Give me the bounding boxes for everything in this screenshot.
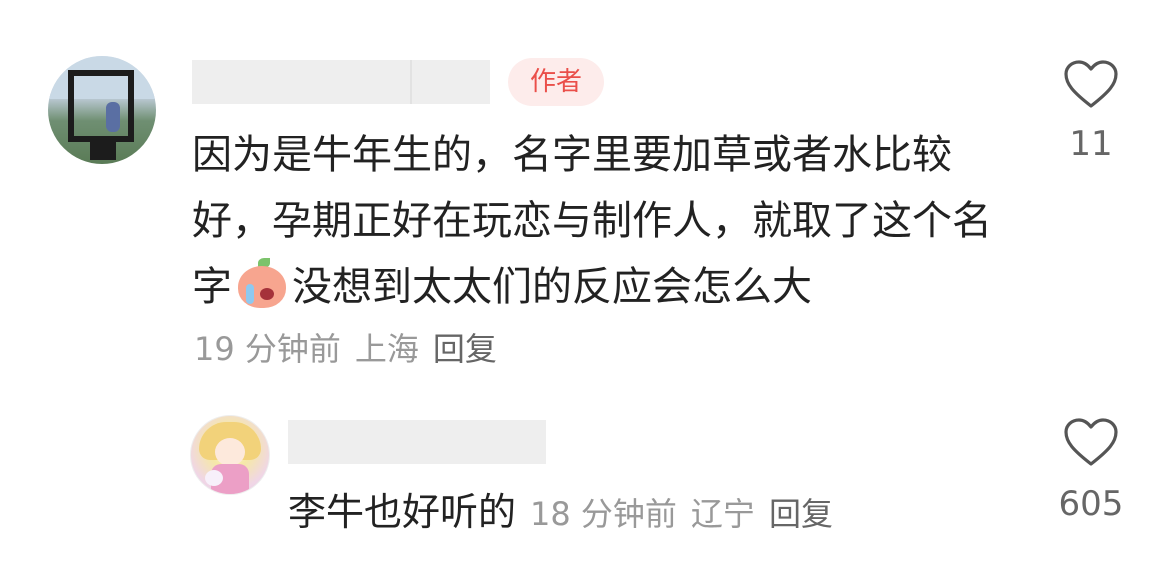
comment-location: 上海 [354,330,419,368]
heart-outline-icon [1064,60,1118,108]
comment-meta: 18 分钟前 辽宁 回复 [530,495,833,533]
comment-text[interactable]: 因为是牛年生的，名字里要加草或者水比较好，孕期正好在玩恋与制作人，就取了这个名字… [192,122,1022,320]
comment-item: 作者 因为是牛年生的，名字里要加草或者水比较好，孕期正好在玩恋与制作人，就取了这… [0,0,1170,390]
avatar[interactable] [48,56,156,164]
avatar-bunny [205,470,223,486]
reply-button[interactable]: 回复 [769,495,833,533]
like-button[interactable]: 605 [1046,418,1136,526]
redaction-divider [410,60,412,104]
comment-text[interactable]: 李牛也好听的 [288,490,516,534]
avatar-frame [68,70,134,142]
avatar-face [215,438,245,466]
avatar-stool [90,142,116,160]
avatar-person [106,102,120,132]
comment-meta: 19 分钟前 上海 回复 [194,324,497,374]
reply-line: 李牛也好听的 18 分钟前 辽宁 回复 [288,484,833,542]
peach-crying-emoji-icon [234,258,290,310]
like-count: 605 [1058,484,1124,524]
comment-time: 18 分钟前 [530,495,677,533]
avatar[interactable] [190,415,270,495]
username-redacted[interactable] [192,60,490,104]
comment-location: 辽宁 [690,495,755,533]
heart-outline-icon [1064,418,1118,466]
reply-button[interactable]: 回复 [433,330,497,368]
author-badge: 作者 [508,58,604,106]
comment-text-tail: 没想到太太们的反应会怎么大 [292,264,812,310]
like-count: 11 [1069,124,1113,164]
comment-time: 19 分钟前 [194,330,341,368]
username-redacted[interactable] [288,420,546,464]
comment-item [0,395,1170,570]
like-button[interactable]: 11 [1046,60,1136,166]
